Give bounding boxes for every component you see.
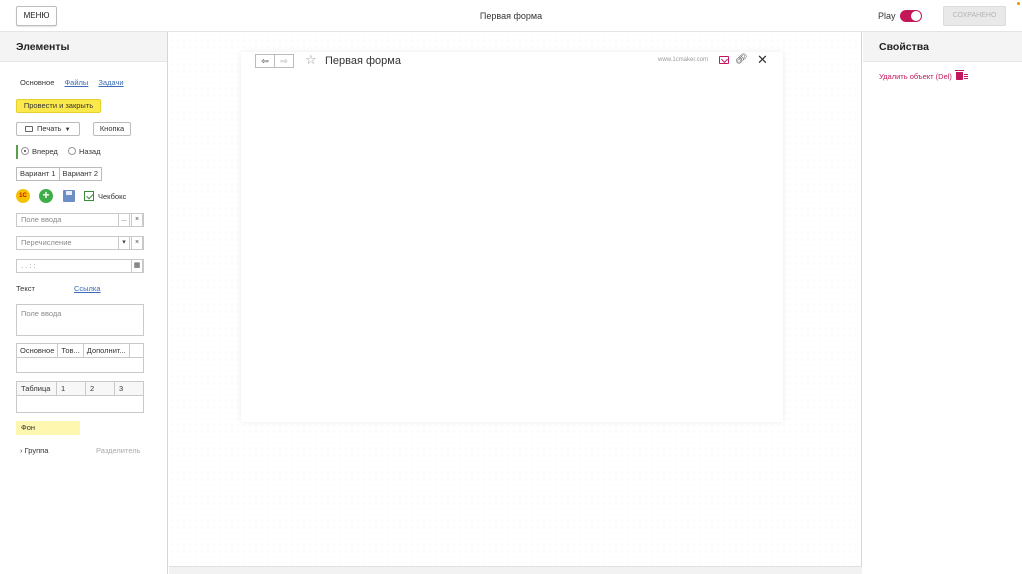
chevron-right-icon: ›: [20, 446, 23, 455]
tabset-tab-extra[interactable]: Дополнит...: [84, 344, 130, 357]
delete-object-label: Удалить объект (Del): [879, 72, 952, 81]
play-toggle[interactable]: [900, 10, 922, 22]
input-field-placeholder: Поле ввода: [21, 215, 62, 224]
tabset-tabs: Основное Тов... Дополнит...: [17, 344, 143, 358]
variant-1-button[interactable]: Вариант 1: [16, 167, 60, 181]
textarea-placeholder: Поле ввода: [21, 309, 62, 318]
site-label: www.1cmaker.com: [658, 57, 709, 63]
variant-buttons: Вариант 1 Вариант 2: [16, 167, 103, 181]
properties-panel: Свойства Удалить объект (Del): [863, 32, 1022, 574]
plus-icon[interactable]: +: [39, 189, 53, 203]
star-icon[interactable]: ☆: [305, 53, 317, 67]
group-element[interactable]: › Группа: [20, 446, 48, 455]
1c-icon[interactable]: 1С: [16, 189, 30, 203]
background-element[interactable]: Фон: [16, 421, 80, 435]
icons-row: 1С + Чекбокс: [16, 189, 126, 205]
tab-files[interactable]: Файлы: [64, 78, 88, 87]
calendar-icon[interactable]: ▦: [131, 259, 143, 273]
tab-main[interactable]: Основное: [20, 78, 54, 87]
tabset-tab-main[interactable]: Основное: [17, 344, 59, 357]
form-preview: ⇦ ⇨ ☆ Первая форма www.1cmaker.com 🔗︎ ✕: [241, 52, 783, 422]
link-label[interactable]: Ссылка: [74, 284, 101, 293]
checkbox-checked-icon[interactable]: [84, 191, 94, 201]
elements-tabs: Основное Файлы Задачи: [20, 78, 132, 87]
enum-clear-button[interactable]: ×: [131, 236, 143, 250]
print-button[interactable]: Печать ▼: [16, 122, 80, 136]
textarea-field[interactable]: Поле ввода: [16, 304, 144, 336]
tabset-tab-goods[interactable]: Тов...: [58, 344, 84, 357]
tabset-element[interactable]: Основное Тов... Дополнит...: [16, 343, 144, 373]
date-field-placeholder: . . : :: [21, 261, 36, 270]
close-icon[interactable]: ✕: [757, 53, 768, 66]
save-icon[interactable]: [63, 190, 75, 202]
date-field[interactable]: . . : : ▦: [16, 259, 144, 273]
notification-dot: [1017, 2, 1020, 5]
separator-element[interactable]: Разделитель: [96, 446, 141, 455]
enum-field-placeholder: Перечисление: [21, 238, 72, 247]
elements-panel-title: Элементы: [0, 32, 167, 62]
print-button-label: Печать: [37, 124, 62, 133]
text-label: Текст: [16, 284, 35, 293]
radio-back[interactable]: [67, 147, 76, 155]
generic-button[interactable]: Кнопка: [93, 122, 131, 136]
input-field[interactable]: Поле ввода ... ×: [16, 213, 144, 227]
table-header-cell: 2: [86, 382, 115, 395]
enum-dropdown-button[interactable]: ▾: [118, 236, 130, 250]
enum-field[interactable]: Перечисление ▾ ×: [16, 236, 144, 250]
table-element[interactable]: Таблица 1 2 3: [16, 381, 144, 413]
chevron-down-icon: ▼: [64, 127, 71, 133]
forward-arrow-icon[interactable]: ⇨: [274, 54, 294, 68]
link-icon[interactable]: 🔗︎: [735, 55, 748, 65]
checkbox-label: Чекбокс: [98, 191, 127, 201]
back-arrow-icon[interactable]: ⇦: [255, 54, 275, 68]
nav-buttons: ⇦ ⇨: [255, 54, 294, 68]
table-header-cell: 3: [119, 384, 124, 393]
radio-forward-label: Вперед: [32, 147, 58, 156]
table-header: Таблица 1 2 3: [17, 382, 143, 396]
menu-button[interactable]: МЕНЮ: [16, 6, 57, 26]
elements-panel: Элементы Основное Файлы Задачи Провести …: [0, 32, 168, 574]
radio-back-label: Назад: [78, 147, 101, 156]
radio-group: Вперед Назад: [16, 145, 100, 159]
variant-2-button[interactable]: Вариант 2: [58, 167, 103, 181]
mail-icon[interactable]: [719, 56, 729, 64]
play-label: Play: [878, 11, 896, 21]
tab-tasks[interactable]: Задачи: [98, 78, 123, 87]
table-header-cell: 1: [57, 382, 86, 395]
app-title: Первая форма: [479, 11, 543, 21]
group-label: Группа: [24, 446, 49, 455]
saved-button[interactable]: СОХРАНЕНО: [943, 6, 1006, 26]
printer-icon: [25, 126, 33, 132]
radio-forward[interactable]: [21, 147, 29, 155]
table-header-cell: Таблица: [17, 382, 57, 395]
properties-panel-title: Свойства: [863, 32, 1022, 62]
list-lines-icon: [963, 74, 968, 80]
input-clear-button[interactable]: ×: [131, 213, 143, 227]
form-canvas: ⇦ ⇨ ☆ Первая форма www.1cmaker.com 🔗︎ ✕: [169, 32, 862, 574]
post-and-close-button[interactable]: Провести и закрыть: [16, 99, 101, 113]
form-title: Первая форма: [325, 55, 401, 67]
top-bar: МЕНЮ Первая форма Play СОХРАНЕНО: [0, 0, 1022, 32]
delete-object-button[interactable]: Удалить объект (Del): [879, 70, 968, 81]
input-more-button[interactable]: ...: [118, 213, 130, 227]
trash-icon: [954, 70, 964, 80]
canvas-bottom-strip: [169, 566, 862, 574]
